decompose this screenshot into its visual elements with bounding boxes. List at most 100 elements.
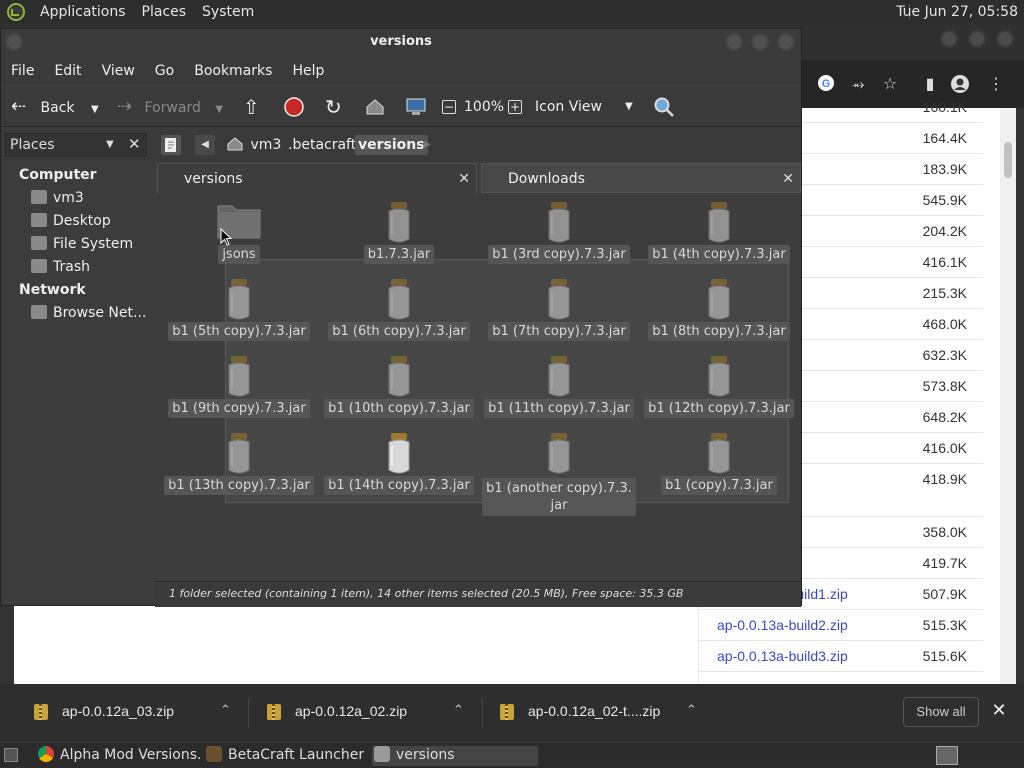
menu-go[interactable]: Go [145, 63, 184, 79]
search-button[interactable] [653, 95, 675, 119]
file-item[interactable]: b1 (8th copy).7.3.jar [639, 276, 799, 352]
clock[interactable]: Tue Jun 27, 05:58 [896, 4, 1018, 20]
tab-label: Downloads [508, 171, 585, 187]
close-tab-icon[interactable]: ✕ [458, 165, 470, 193]
icon-view[interactable]: jsons b1.7.3.jar b1 (3rd copy).7.3.jar b1 (… [157, 195, 801, 607]
menu-places[interactable]: Places [134, 4, 195, 20]
side-panel-icon[interactable]: ▮ [920, 74, 940, 94]
stop-button[interactable] [284, 95, 304, 119]
sidebar-item-browse-network[interactable]: Browse Net... [31, 305, 146, 321]
reload-button[interactable]: ↻ [325, 95, 342, 119]
maximize-button[interactable] [968, 30, 986, 48]
breadcrumb-left-arrow[interactable]: ◀ [195, 135, 215, 155]
taskbar-item-chrome[interactable]: Alpha Mod Versions... [38, 746, 202, 766]
sidebar-item-vm3[interactable]: vm3 [31, 190, 84, 206]
menu-applications[interactable]: Applications [32, 4, 134, 20]
profile-avatar-icon[interactable] [950, 74, 970, 94]
page-scrollbar[interactable] [1000, 108, 1016, 684]
file-item[interactable]: b1 (9th copy).7.3.jar [159, 353, 319, 429]
file-item[interactable]: b1 (6th copy).7.3.jar [319, 276, 479, 352]
up-button[interactable]: ⇧ [243, 95, 260, 119]
menu-file[interactable]: File [1, 63, 44, 79]
maximize-button[interactable] [751, 33, 769, 51]
breadcrumb-betacraft[interactable]: .betacraft [285, 135, 359, 155]
file-link[interactable]: ap-0.0.13a-build3.zip [717, 648, 848, 664]
zoom-out-button[interactable]: − [442, 95, 456, 119]
sidebar-item-label: Browse Net... [53, 305, 147, 321]
menu-view[interactable]: View [92, 63, 145, 79]
computer-button[interactable] [405, 95, 427, 119]
jar-icon [548, 433, 570, 474]
zoom-level[interactable]: 100% [464, 95, 504, 119]
sidebar-item-desktop[interactable]: Desktop [31, 213, 111, 229]
window-menu-button[interactable] [5, 33, 23, 51]
close-sidebar-icon[interactable]: ✕ [128, 135, 141, 153]
file-item[interactable]: b1 (another copy).7.3. jar [479, 430, 639, 516]
download-item[interactable]: ap-0.0.12a_03.zip ⌃ [34, 702, 234, 724]
network-icon [31, 305, 47, 319]
breadcrumb-vm3[interactable]: vm3 [223, 135, 284, 155]
file-item[interactable]: b1 (7th copy).7.3.jar [479, 276, 639, 352]
menu-edit[interactable]: Edit [44, 63, 91, 79]
menu-system[interactable]: System [194, 4, 262, 20]
back-button[interactable]: ⇠ Back ▼ [11, 95, 101, 119]
bookmark-star-icon[interactable]: ☆ [880, 74, 900, 94]
minimize-button[interactable] [940, 30, 958, 48]
chevron-up-icon[interactable]: ⌃ [220, 702, 231, 718]
menu-bookmarks[interactable]: Bookmarks [184, 63, 282, 79]
share-icon[interactable]: ⥇ [848, 74, 868, 94]
chevron-up-icon[interactable]: ⌃ [686, 702, 697, 718]
file-item[interactable]: b1 (11th copy).7.3.jar [479, 353, 639, 429]
file-item[interactable]: b1 (10th copy).7.3.jar [319, 353, 479, 429]
file-item[interactable]: b1 (12th copy).7.3.jar [639, 353, 799, 429]
chevron-down-icon[interactable]: ▼ [91, 104, 99, 115]
breadcrumb-versions[interactable]: versions [355, 135, 428, 155]
close-button[interactable] [996, 30, 1014, 48]
download-item[interactable]: ap-0.0.12a_02-t....zip ⌃ [500, 702, 700, 724]
show-all-button[interactable]: Show all [903, 697, 979, 727]
view-mode-select[interactable]: Icon View ▼ [535, 95, 639, 119]
sidebar-pane-select[interactable]: Places ▼ ✕ [5, 133, 147, 157]
menu-help[interactable]: Help [282, 63, 334, 79]
forward-button[interactable]: ⇢ Forward ▼ [117, 95, 229, 119]
minimize-button[interactable] [725, 33, 743, 51]
tab-versions[interactable]: versions ✕ [157, 163, 477, 193]
show-desktop-icon[interactable] [4, 748, 18, 762]
taskbar-item-betacraft[interactable]: BetaCraft Launcher ... [206, 746, 370, 766]
file-item[interactable]: b1 (13th copy).7.3.jar [159, 430, 319, 506]
toggle-location-entry-button[interactable] [161, 135, 181, 155]
file-item[interactable]: b1.7.3.jar [319, 199, 479, 275]
sidebar-item-file-system[interactable]: File System [31, 236, 133, 252]
file-label-wrap: b1 (7th copy).7.3.jar [479, 322, 639, 341]
download-item[interactable]: ap-0.0.12a_02.zip ⌃ [267, 702, 467, 724]
zoom-in-icon: + [508, 100, 522, 114]
google-icon[interactable]: G [816, 74, 836, 94]
zoom-in-button[interactable]: + [508, 95, 522, 119]
content-pane: versions ✕ Downloads ✕ jsons b1.7.3.jar b1… [155, 161, 801, 607]
mint-menu-icon[interactable] [6, 2, 26, 22]
home-button[interactable] [365, 95, 385, 119]
file-size: 164.4K [922, 130, 967, 146]
file-item[interactable]: b1 (5th copy).7.3.jar [159, 276, 319, 352]
close-tab-icon[interactable]: ✕ [782, 165, 794, 193]
chevron-down-icon[interactable]: ▼ [215, 104, 223, 115]
window-titlebar[interactable]: versions [1, 29, 801, 55]
tab-downloads[interactable]: Downloads ✕ [481, 163, 801, 193]
sidebar-item-trash[interactable]: Trash [31, 259, 90, 275]
file-label: b1 (6th copy).7.3.jar [328, 322, 470, 341]
close-download-bar-icon[interactable]: ✕ [990, 700, 1008, 722]
folder-item[interactable]: jsons [159, 199, 319, 275]
workspace-switcher-icon[interactable] [936, 746, 958, 765]
breadcrumb-right-arrow[interactable]: ▶ [419, 135, 435, 155]
file-item[interactable]: b1 (copy).7.3.jar [639, 430, 799, 506]
file-link[interactable]: ap-0.0.13a-build2.zip [717, 617, 848, 633]
scrollbar-thumb[interactable] [1004, 142, 1012, 178]
close-button[interactable] [777, 33, 795, 51]
taskbar-item-versions[interactable]: versions [372, 746, 538, 766]
file-item[interactable]: b1 (3rd copy).7.3.jar [479, 199, 639, 275]
file-item[interactable]: b1 (14th copy).7.3.jar [319, 430, 479, 506]
more-menu-icon[interactable]: ⋮ [986, 74, 1006, 94]
file-label: b1 (14th copy).7.3.jar [324, 476, 474, 495]
chevron-up-icon[interactable]: ⌃ [453, 702, 464, 718]
file-item[interactable]: b1 (4th copy).7.3.jar [639, 199, 799, 275]
